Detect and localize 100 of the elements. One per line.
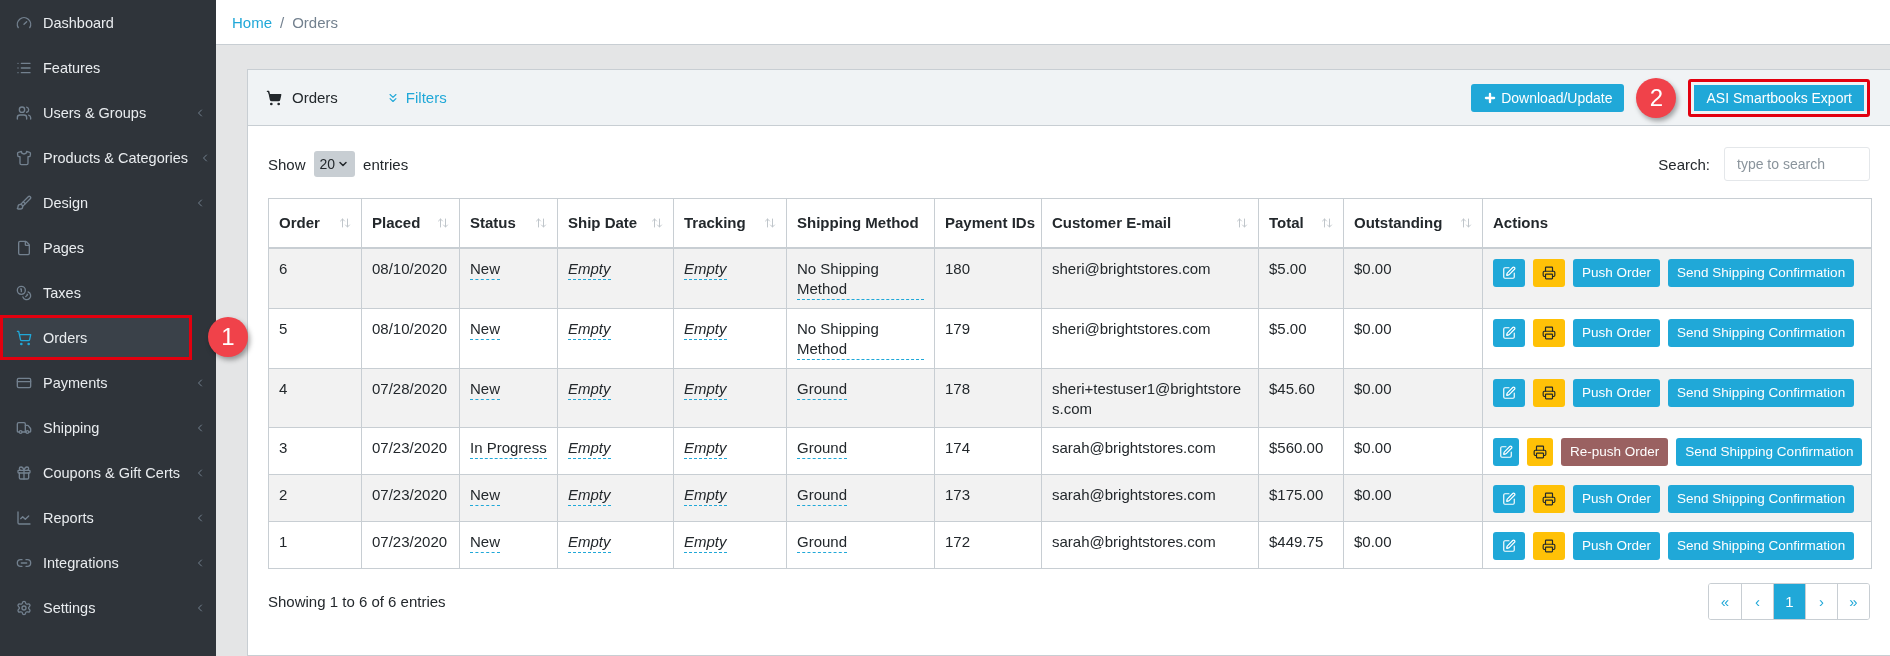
status-link[interactable]: New bbox=[470, 531, 500, 553]
tracking-link[interactable]: Empty bbox=[684, 318, 727, 340]
tracking-link[interactable]: Empty bbox=[684, 437, 727, 459]
table-cell: 07/23/2020 bbox=[361, 474, 460, 521]
column-header[interactable]: Placed bbox=[361, 198, 460, 248]
status-link[interactable]: New bbox=[470, 378, 500, 400]
tracking-link[interactable]: Empty bbox=[684, 531, 727, 553]
table-cell: $449.75 bbox=[1258, 521, 1344, 568]
edit-button[interactable] bbox=[1493, 318, 1525, 347]
settings-icon bbox=[16, 599, 32, 616]
sidebar-item[interactable]: Reports bbox=[0, 495, 216, 540]
sidebar-item[interactable]: Settings bbox=[0, 585, 216, 630]
column-header[interactable]: Status bbox=[459, 198, 558, 248]
tracking-link[interactable]: Empty bbox=[684, 378, 727, 400]
printer-icon bbox=[1542, 491, 1556, 506]
card-title: Orders bbox=[292, 89, 338, 106]
printer-icon bbox=[1542, 325, 1556, 340]
column-header[interactable]: Outstanding bbox=[1343, 198, 1483, 248]
print-button[interactable] bbox=[1533, 378, 1565, 407]
column-label: Status bbox=[470, 214, 516, 232]
sidebar-item[interactable]: Coupons & Gift Certs bbox=[0, 450, 216, 495]
sidebar-label: Dashboard bbox=[43, 14, 115, 31]
ship-date-link[interactable]: Empty bbox=[568, 378, 611, 400]
shipping-method-link[interactable]: Ground bbox=[797, 484, 848, 506]
table-cell: sarah@brightstores.com bbox=[1041, 474, 1259, 521]
table-cell: 2 bbox=[268, 474, 362, 521]
table-cell: 172 bbox=[934, 521, 1042, 568]
sidebar-item[interactable]: Shipping bbox=[0, 405, 216, 450]
column-label: Shipping Method bbox=[797, 214, 919, 232]
print-button[interactable] bbox=[1533, 484, 1565, 513]
sidebar-label: Shipping bbox=[43, 419, 101, 436]
shipping-method-link[interactable]: Ground bbox=[797, 531, 848, 553]
sidebar-item[interactable]: Integrations bbox=[0, 540, 216, 585]
sidebar-item[interactable]: Users & Groups bbox=[0, 90, 216, 135]
column-label: Payment IDs bbox=[945, 214, 1036, 232]
breadcrumb-text: Orders bbox=[292, 13, 339, 31]
column-label: Tracking bbox=[684, 214, 746, 232]
sidebar-item[interactable]: Products & Categories bbox=[0, 135, 216, 180]
printer-icon bbox=[1533, 444, 1547, 459]
ship-date-link[interactable]: Empty bbox=[568, 484, 611, 506]
table-cell: sheri@brightstores.com bbox=[1041, 247, 1259, 308]
edit-icon bbox=[1502, 325, 1516, 340]
gift-icon bbox=[16, 464, 32, 481]
sidebar-item[interactable]: Design bbox=[0, 180, 216, 225]
tracking-link[interactable]: Empty bbox=[684, 484, 727, 506]
table-cell: $175.00 bbox=[1258, 474, 1344, 521]
print-button[interactable] bbox=[1533, 531, 1565, 560]
status-link[interactable]: New bbox=[470, 258, 500, 280]
sidebar-label: Settings bbox=[43, 599, 97, 616]
push-order-button[interactable]: Re-push Order bbox=[1561, 437, 1669, 466]
sidebar-label: Orders bbox=[43, 329, 89, 346]
column-label: Customer E-mail bbox=[1052, 214, 1172, 232]
sidebar-item[interactable]: Taxes bbox=[0, 270, 216, 315]
print-button[interactable] bbox=[1533, 258, 1565, 287]
sidebar-item[interactable]: Features bbox=[0, 45, 216, 90]
sidebar-label: Taxes bbox=[43, 284, 82, 301]
ship-date-link[interactable]: Empty bbox=[568, 531, 611, 553]
page-length-select[interactable]: 20 bbox=[313, 151, 356, 177]
ship-date-link[interactable]: Empty bbox=[568, 318, 611, 340]
table-cell: $0.00 bbox=[1343, 521, 1483, 568]
table-cell: $0.00 bbox=[1343, 247, 1483, 308]
print-button[interactable] bbox=[1533, 318, 1565, 347]
printer-icon bbox=[1542, 538, 1556, 553]
gauge-icon bbox=[16, 14, 32, 31]
breadcrumb-text: / bbox=[280, 13, 285, 31]
search-field[interactable]: type to search bbox=[1724, 147, 1870, 181]
table-cell: 08/10/2020 bbox=[361, 247, 460, 308]
coins-icon bbox=[16, 284, 32, 301]
sidebar-item[interactable]: Pages bbox=[0, 225, 216, 270]
column-header[interactable]: Order bbox=[268, 198, 362, 248]
tracking-link[interactable]: Empty bbox=[684, 258, 727, 280]
status-link[interactable]: New bbox=[470, 484, 500, 506]
column-header[interactable]: Total bbox=[1258, 198, 1344, 248]
status-link[interactable]: New bbox=[470, 318, 500, 340]
table-cell: sarah@brightstores.com bbox=[1041, 427, 1259, 474]
sidebar-item[interactable]: Payments bbox=[0, 360, 216, 405]
users-icon bbox=[16, 104, 32, 121]
sidebar-label: Features bbox=[43, 59, 102, 76]
print-button[interactable] bbox=[1527, 437, 1553, 466]
table-cell: 3 bbox=[268, 427, 362, 474]
table-cell: 07/23/2020 bbox=[361, 427, 460, 474]
column-header[interactable]: Customer E-mail bbox=[1041, 198, 1259, 248]
column-header[interactable]: Tracking bbox=[673, 198, 787, 248]
table-cell: 178 bbox=[934, 368, 1042, 427]
column-label: Order bbox=[279, 214, 320, 232]
ship-date-link[interactable]: Empty bbox=[568, 258, 611, 280]
table-cell: $560.00 bbox=[1258, 427, 1344, 474]
sidebar-item[interactable]: Dashboard bbox=[0, 0, 216, 45]
column-header[interactable]: Ship Date bbox=[557, 198, 674, 248]
table-cell: $0.00 bbox=[1343, 427, 1483, 474]
sidebar-label: Integrations bbox=[43, 554, 120, 571]
chart-icon bbox=[16, 509, 32, 526]
table-cell: 4 bbox=[268, 368, 362, 427]
edit-button[interactable] bbox=[1493, 437, 1519, 466]
edit-button[interactable] bbox=[1493, 531, 1525, 560]
ship-date-link[interactable]: Empty bbox=[568, 437, 611, 459]
cart-icon bbox=[16, 329, 32, 346]
shipping-method-link[interactable]: Ground bbox=[797, 378, 848, 400]
shipping-method-link[interactable]: Ground bbox=[797, 437, 848, 459]
sidebar-label: Design bbox=[43, 194, 90, 211]
